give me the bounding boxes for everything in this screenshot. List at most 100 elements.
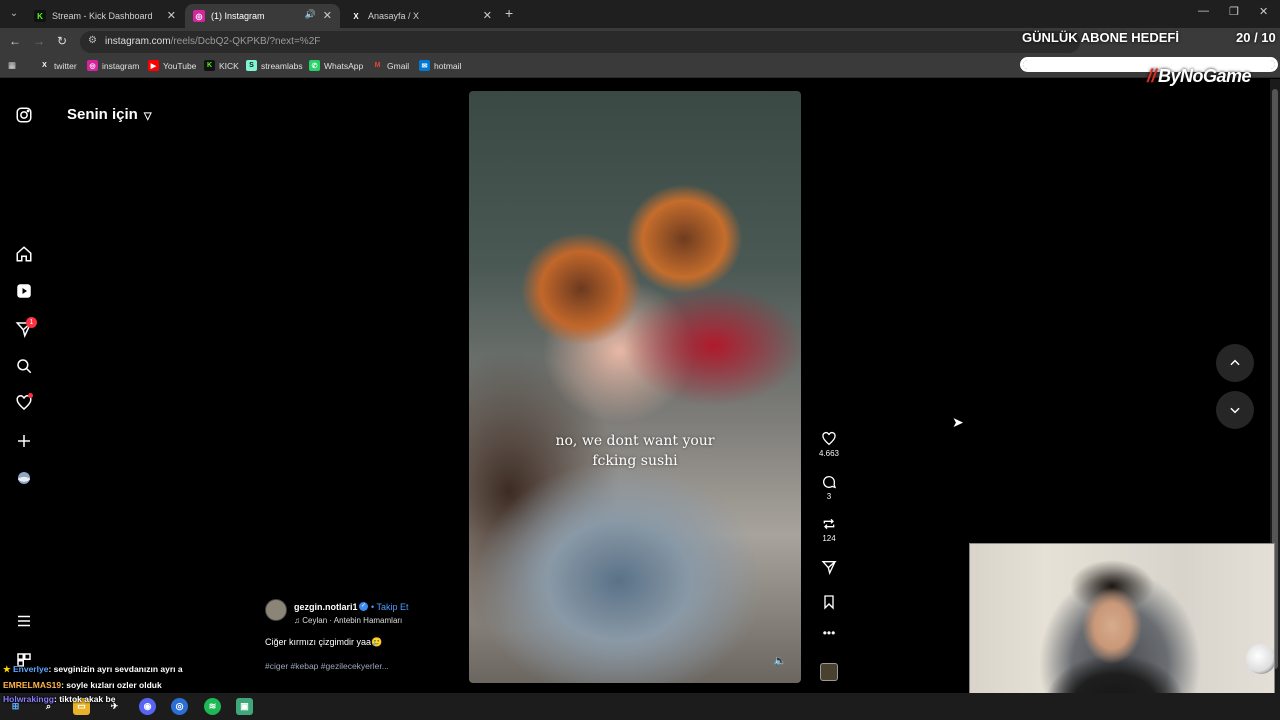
- more-options-icon[interactable]: •••: [816, 627, 842, 639]
- football-decoration: [1246, 644, 1274, 674]
- sub-goal-count: 20 / 10: [1236, 30, 1276, 45]
- tab-kick-dashboard[interactable]: K Stream - Kick Dashboard ✕: [26, 4, 184, 28]
- like-count: 4.663: [818, 449, 840, 458]
- instagram-icon: ◎: [193, 10, 205, 22]
- chat-text: : soyle kızları ozler olduk: [61, 680, 162, 690]
- back-button[interactable]: ←: [9, 34, 21, 48]
- apps-icon[interactable]: ▦: [8, 60, 16, 71]
- notifications-heart-icon[interactable]: [14, 393, 34, 413]
- bookmark-icon: [824, 595, 834, 610]
- close-tab-icon[interactable]: ✕: [323, 9, 332, 22]
- notification-badge: 1: [26, 317, 37, 328]
- chat-user: Holwrakingg: [3, 694, 55, 704]
- streamlabs-taskbar-icon[interactable]: ▣: [236, 698, 253, 715]
- speaker-icon[interactable]: 🔊: [305, 9, 316, 20]
- reel-video[interactable]: no, we dont want your fcking sushi 🔈: [469, 91, 801, 683]
- url-text[interactable]: instagram.com/reels/DcbQ2-QKPKB/?next=%2…: [105, 36, 320, 47]
- follow-button[interactable]: • Takip Et: [371, 602, 409, 612]
- like-button[interactable]: 4.663: [816, 431, 842, 458]
- instagram-logo-icon[interactable]: [14, 105, 34, 125]
- brand-name: ByNoGame: [1158, 66, 1252, 86]
- bookmark-label: twitter: [54, 60, 77, 71]
- share-button[interactable]: [816, 559, 842, 575]
- close-tab-icon[interactable]: ✕: [167, 9, 176, 22]
- tab-title: Anasayfa / X: [368, 11, 420, 21]
- repost-button[interactable]: 124: [816, 516, 842, 543]
- audio-thumbnail[interactable]: [820, 663, 838, 681]
- repost-icon: [823, 518, 835, 530]
- chevron-down-icon: [1230, 407, 1240, 414]
- chat-message: ★ Enverlye: sevginizin ayrı sevdanızın a…: [3, 664, 183, 675]
- author-username[interactable]: gezgin.notlari1: [294, 602, 358, 612]
- bookmark-youtube[interactable]: ▶ YouTube: [148, 60, 196, 71]
- discord-icon[interactable]: ◉: [139, 698, 156, 715]
- audio-link[interactable]: ♫ Ceylan · Antebin Hamamları: [294, 616, 402, 625]
- x-icon: X: [353, 11, 359, 21]
- chevron-up-icon: [1230, 359, 1240, 366]
- more-menu-icon[interactable]: [14, 611, 34, 631]
- author-avatar[interactable]: [265, 599, 287, 621]
- previous-reel-button[interactable]: [1216, 344, 1254, 382]
- close-window-button[interactable]: ✕: [1259, 5, 1268, 18]
- bookmark-kick[interactable]: K KICK: [204, 60, 239, 71]
- windows-taskbar: ⊞ ⌕ ▭ ✈ ◉ ◎ ≋ ▣: [0, 693, 1280, 720]
- site-info-icon[interactable]: ⚙: [88, 35, 97, 46]
- restore-button[interactable]: ❐: [1229, 5, 1239, 18]
- home-icon[interactable]: [14, 244, 34, 264]
- create-plus-icon[interactable]: [14, 431, 34, 451]
- x-icon: X: [42, 62, 47, 69]
- bookmark-gmail[interactable]: M Gmail: [372, 60, 410, 71]
- forward-button[interactable]: →: [33, 34, 45, 48]
- comment-button[interactable]: 3: [816, 474, 842, 501]
- messages-icon[interactable]: 1: [14, 317, 37, 339]
- search-icon[interactable]: [14, 356, 34, 376]
- share-icon: [821, 561, 837, 575]
- gmail-icon: M: [374, 62, 381, 69]
- audio-title: Ceylan · Antebin Hamamları: [302, 616, 403, 625]
- chat-user: Enverlye: [12, 664, 49, 674]
- bookmark-twitter[interactable]: Xtwitter: [39, 60, 77, 71]
- chat-message: Holwrakingg: tiktok akak be: [3, 694, 115, 704]
- verified-badge-icon: ✓: [359, 602, 368, 611]
- repost-count: 124: [822, 534, 836, 543]
- reel-hashtags[interactable]: #ciger #kebap #gezilecekyerler...: [265, 661, 389, 671]
- chat-text: : sevginizin ayrı sevdanızın ayrı a: [48, 664, 183, 674]
- tab-x-home[interactable]: X Anasayfa / X ✕: [342, 4, 500, 28]
- kick-icon: K: [204, 60, 215, 71]
- comment-count: 3: [826, 492, 832, 501]
- chat-star-icon: ★: [3, 664, 13, 674]
- spotify-icon[interactable]: ≋: [204, 698, 221, 715]
- bookmark-instagram[interactable]: ◎ instagram: [87, 60, 139, 71]
- tab-title: Stream - Kick Dashboard: [52, 11, 153, 21]
- streamlabs-icon: S: [246, 60, 257, 71]
- feed-selector[interactable]: Senin için ▽: [67, 106, 152, 123]
- bookmark-label: Gmail: [387, 60, 410, 71]
- tab-search-icon[interactable]: ⌄: [6, 6, 22, 22]
- reload-button[interactable]: ↻: [57, 34, 67, 48]
- url-host: instagram.com: [105, 36, 171, 47]
- address-bar[interactable]: ⚙ instagram.com/reels/DcbQ2-QKPKB/?next=…: [80, 31, 1080, 53]
- notification-dot: [28, 393, 33, 398]
- minimize-button[interactable]: —: [1198, 5, 1209, 17]
- whatsapp-icon: ✆: [309, 60, 320, 71]
- tab-instagram[interactable]: ◎ (1) Instagram 🔊 ✕: [185, 4, 340, 28]
- chrome-icon[interactable]: ◎: [171, 698, 188, 715]
- new-tab-button[interactable]: +: [505, 5, 513, 21]
- save-button[interactable]: [816, 594, 842, 610]
- volume-icon[interactable]: 🔈: [773, 654, 787, 667]
- bookmark-streamlabs[interactable]: Sstreamlabs: [246, 60, 303, 71]
- brand-mark-icon: //: [1147, 66, 1157, 86]
- chat-message: EMRELMAS19: soyle kızları ozler olduk: [3, 680, 162, 690]
- bookmark-hotmail[interactable]: ✉ hotmail: [419, 60, 461, 71]
- next-reel-button[interactable]: [1216, 391, 1254, 429]
- feed-title: Senin için: [67, 106, 138, 123]
- chat-text: : tiktok akak be: [54, 694, 116, 704]
- kick-icon: K: [34, 10, 46, 22]
- screen: { "browser": { "tabs": [ {"title": "Stre…: [0, 0, 1280, 720]
- bookmark-whatsapp[interactable]: ✆ WhatsApp: [309, 60, 363, 71]
- profile-avatar[interactable]: [14, 468, 34, 488]
- reels-icon[interactable]: [14, 281, 34, 301]
- close-tab-icon[interactable]: ✕: [483, 9, 492, 22]
- reel-description: Ciğer kırmızı çizgimdir yaa🥲: [265, 637, 383, 647]
- sub-goal-title: GÜNLÜK ABONE HEDEFİ: [1022, 30, 1179, 45]
